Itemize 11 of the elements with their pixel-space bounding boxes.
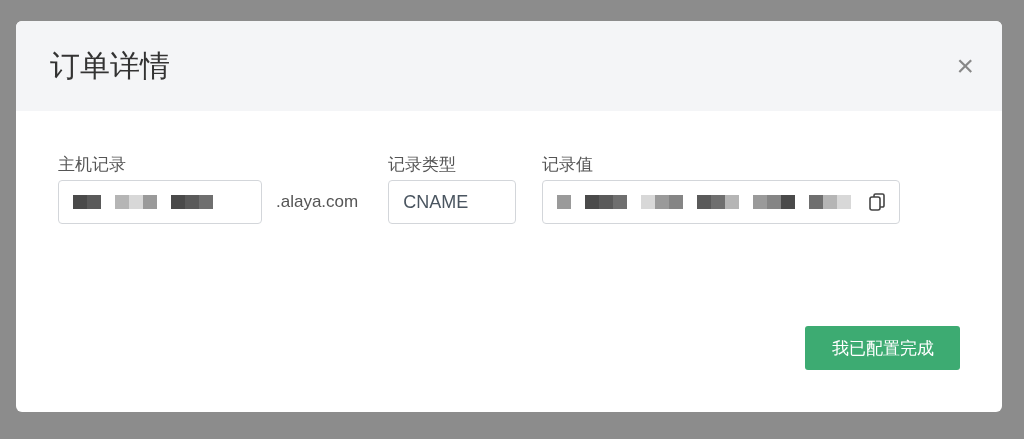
host-record-field[interactable]	[58, 180, 262, 224]
record-type-field[interactable]: CNAME	[388, 180, 517, 224]
dialog-title: 订单详情	[50, 47, 170, 84]
field-label: 记录值	[542, 154, 595, 176]
field-label: 记录类型	[388, 154, 458, 176]
copy-icon[interactable]	[869, 193, 886, 211]
domain-suffix: .alaya.com	[276, 192, 359, 212]
record-value-field[interactable]	[542, 180, 901, 224]
confirm-button[interactable]: 我已配置完成	[805, 326, 960, 370]
field-label: 主机记录	[58, 154, 127, 176]
close-button[interactable]: ×	[950, 49, 980, 83]
